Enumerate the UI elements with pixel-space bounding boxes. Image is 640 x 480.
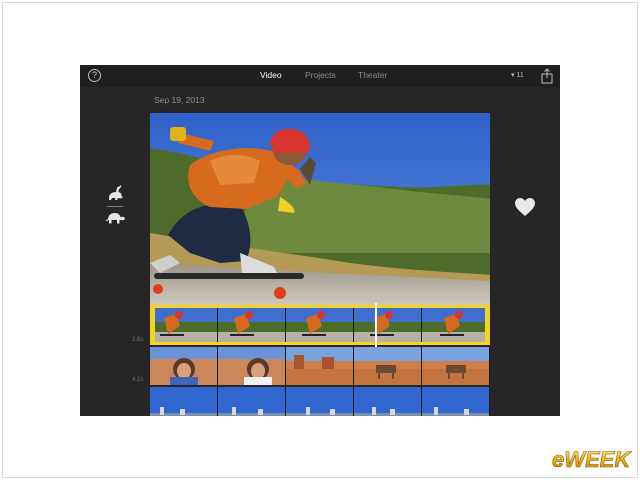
speed-divider <box>107 206 123 207</box>
clip-row[interactable] <box>150 387 490 416</box>
speed-control[interactable] <box>104 183 126 229</box>
filter-count[interactable]: ▾ 11 <box>511 71 524 79</box>
clip-thumbnail[interactable] <box>286 347 354 385</box>
date-label: Sep 19, 2013 <box>154 95 205 105</box>
playhead[interactable] <box>375 303 377 347</box>
heart-icon[interactable] <box>514 197 536 217</box>
svg-text:eWEEK: eWEEK <box>552 447 632 472</box>
video-preview[interactable] <box>150 113 490 305</box>
clip-duration: 2.6s <box>132 337 144 343</box>
clip-thumbnail[interactable] <box>218 387 286 416</box>
clip-timeline[interactable] <box>150 303 490 416</box>
top-toolbar: ? Video Projects Theater ▾ 11 <box>80 65 560 87</box>
clip-thumbnail[interactable] <box>218 347 286 385</box>
clip-thumbnail[interactable] <box>422 387 490 416</box>
clip-row[interactable] <box>150 347 490 385</box>
clip-selection-handles[interactable] <box>150 305 490 345</box>
share-icon[interactable] <box>540 68 554 84</box>
rabbit-icon[interactable] <box>106 185 124 201</box>
clip-thumbnail[interactable] <box>354 347 422 385</box>
clip-thumbnail[interactable] <box>286 387 354 416</box>
tab-video[interactable]: Video <box>260 70 282 80</box>
skateboard-clip-frame <box>150 113 490 305</box>
clip-duration: 4.1s <box>132 377 144 383</box>
view-tabs: Video Projects Theater <box>80 65 560 87</box>
clip-thumbnail[interactable] <box>354 387 422 416</box>
tab-theater[interactable]: Theater <box>358 70 387 80</box>
clip-thumbnail[interactable] <box>150 347 218 385</box>
tab-projects[interactable]: Projects <box>305 70 336 80</box>
turtle-icon[interactable] <box>105 211 125 225</box>
eweek-logo: eWEEK <box>552 447 633 473</box>
imovie-app: ? Video Projects Theater ▾ 11 Sep 19, 20… <box>80 65 560 416</box>
clip-thumbnail[interactable] <box>150 387 218 416</box>
clip-thumbnail[interactable] <box>422 347 490 385</box>
